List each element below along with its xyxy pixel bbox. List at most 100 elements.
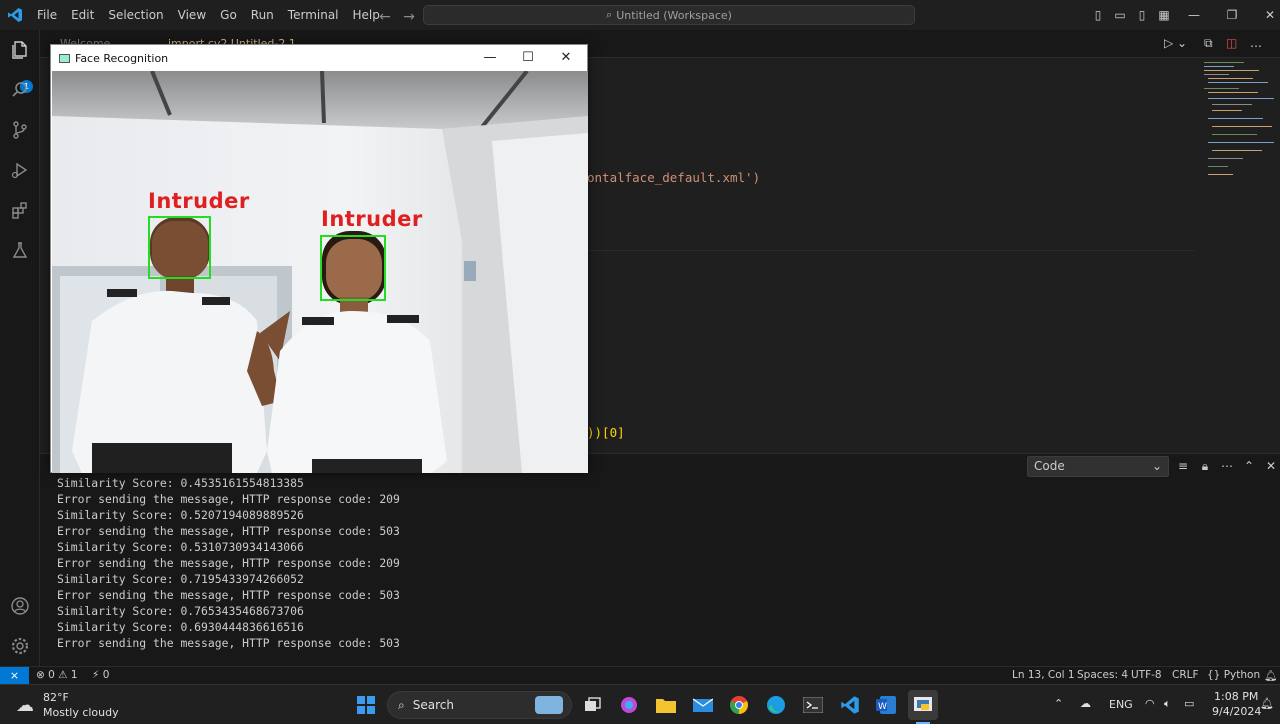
- face-window-close-icon[interactable]: ✕: [547, 45, 585, 71]
- clear-output-icon[interactable]: ≡: [1176, 459, 1190, 473]
- menu-terminal[interactable]: Terminal: [281, 0, 346, 30]
- terminal-icon[interactable]: [798, 690, 828, 720]
- toggle-primary-sidebar-icon[interactable]: ▯: [1090, 7, 1106, 23]
- volume-icon[interactable]: 🔈︎: [1164, 697, 1171, 711]
- maximize-panel-icon[interactable]: ⌃: [1242, 459, 1256, 473]
- cursor-position[interactable]: Ln 13, Col 1: [1012, 669, 1075, 681]
- python-window-icon[interactable]: [908, 690, 938, 720]
- testing-flask-icon[interactable]: [8, 238, 32, 262]
- run-python-icon[interactable]: ▷ ⌄: [1164, 36, 1187, 50]
- input-language[interactable]: ENG: [1109, 698, 1133, 711]
- restore-icon[interactable]: ❐: [1224, 7, 1240, 23]
- word-icon[interactable]: W: [871, 690, 901, 720]
- ports-status[interactable]: ⚡ 0: [92, 669, 109, 681]
- face-window-minimize-icon[interactable]: —: [471, 45, 509, 71]
- output-line: Similarity Score: 0.7653435468673706: [57, 604, 304, 618]
- menu-run[interactable]: Run: [244, 0, 281, 30]
- mail-icon[interactable]: [688, 690, 718, 720]
- source-control-icon[interactable]: [8, 118, 32, 142]
- copilot-icon[interactable]: [614, 690, 644, 720]
- output-line: Error sending the message, HTTP response…: [57, 556, 400, 570]
- problems-status[interactable]: ⊗ 0 ⚠ 1: [36, 669, 78, 681]
- remote-indicator-icon[interactable]: ⨯: [0, 667, 29, 685]
- output-channel-select[interactable]: Code ⌄: [1027, 456, 1169, 477]
- chrome-icon[interactable]: [724, 690, 754, 720]
- vscode-taskbar-icon[interactable]: [835, 690, 865, 720]
- notifications-bell-icon[interactable]: 🔔︎: [1264, 669, 1277, 682]
- settings-gear-icon[interactable]: [8, 634, 32, 658]
- output-line: Similarity Score: 0.5310730934143066: [57, 540, 304, 554]
- cloud-sync-icon[interactable]: ☁: [1080, 697, 1091, 710]
- search-icon: ⌕: [606, 8, 613, 21]
- taskbar-search-label: Search: [412, 698, 454, 712]
- task-view-icon[interactable]: [578, 690, 608, 720]
- menu-go[interactable]: Go: [213, 0, 244, 30]
- editor-divider: [584, 250, 1194, 251]
- edge-icon[interactable]: [761, 690, 791, 720]
- search-highlight-icon: [535, 696, 563, 714]
- vscode-logo-icon: [0, 0, 30, 30]
- output-line: Similarity Score: 0.4535161554813385: [57, 476, 304, 490]
- run-debug-icon[interactable]: [8, 158, 32, 182]
- face-recognition-window: Face Recognition — ☐ ✕ Intruder Intruder: [50, 44, 588, 473]
- clock-date[interactable]: 9/4/2024: [1212, 705, 1261, 718]
- close-panel-icon[interactable]: ✕: [1264, 459, 1278, 473]
- weather-cloud-icon[interactable]: ☁: [16, 695, 34, 716]
- menu-selection[interactable]: Selection: [101, 0, 170, 30]
- camera-feed: Intruder Intruder: [52, 71, 588, 473]
- code-line-cascade: ontalface_default.xml'): [587, 170, 761, 185]
- toggle-secondary-sidebar-icon[interactable]: ▯: [1134, 7, 1150, 23]
- lock-scroll-icon[interactable]: 🔒︎: [1198, 459, 1212, 473]
- search-icon[interactable]: [8, 78, 32, 102]
- clock-time[interactable]: 1:08 PM: [1214, 690, 1258, 703]
- search-icon: ⌕: [398, 697, 405, 712]
- output-line: Error sending the message, HTTP response…: [57, 636, 400, 650]
- split-editor-icon[interactable]: ◫: [1226, 36, 1237, 50]
- extensions-icon[interactable]: [8, 198, 32, 222]
- language-mode[interactable]: {} Python: [1207, 669, 1260, 681]
- face-detection-box-1: [148, 216, 211, 279]
- notification-bell-icon[interactable]: 🔔︎: [1260, 697, 1274, 710]
- customize-layout-icon[interactable]: ▦: [1156, 7, 1172, 23]
- battery-icon[interactable]: ▭: [1184, 697, 1194, 710]
- command-center[interactable]: ⌕ Untitled (Workspace): [423, 5, 915, 25]
- start-windows-icon[interactable]: [351, 690, 381, 720]
- output-channel-value: Code: [1034, 459, 1065, 473]
- activity-bar: 1: [0, 30, 40, 668]
- output-line: Error sending the message, HTTP response…: [57, 588, 400, 602]
- menu-edit[interactable]: Edit: [64, 0, 101, 30]
- command-center-label: Untitled (Workspace): [616, 8, 732, 22]
- explorer-icon[interactable]: [8, 38, 32, 62]
- weather-desc[interactable]: Mostly cloudy: [43, 706, 119, 719]
- face-window-titlebar[interactable]: Face Recognition — ☐ ✕: [51, 45, 587, 71]
- back-arrow-icon[interactable]: ←: [372, 6, 398, 25]
- open-preview-icon[interactable]: ⧉: [1204, 36, 1213, 51]
- face-detection-box-2: [320, 235, 386, 301]
- minimize-icon[interactable]: —: [1186, 7, 1202, 23]
- wifi-icon[interactable]: ◠: [1145, 697, 1155, 710]
- face-window-maximize-icon[interactable]: ☐: [509, 45, 547, 71]
- accounts-icon[interactable]: [8, 594, 32, 618]
- indentation-status[interactable]: Spaces: 4: [1077, 669, 1128, 681]
- menu-view[interactable]: View: [171, 0, 213, 30]
- svg-text:W: W: [878, 702, 887, 712]
- more-actions-icon[interactable]: …: [1250, 36, 1262, 50]
- output-line: Similarity Score: 0.5207194089889526: [57, 508, 304, 522]
- output-line: Error sending the message, HTTP response…: [57, 492, 400, 506]
- minimap[interactable]: [1200, 60, 1276, 180]
- face-window-title: Face Recognition: [75, 51, 169, 65]
- toggle-panel-icon[interactable]: ▭: [1112, 7, 1128, 23]
- intruder-label-2: Intruder: [321, 207, 423, 231]
- encoding-status[interactable]: UTF-8: [1131, 669, 1162, 681]
- output-line: Similarity Score: 0.7195433974266052: [57, 572, 304, 586]
- menu-file[interactable]: File: [30, 0, 64, 30]
- forward-arrow-icon[interactable]: →: [396, 6, 422, 25]
- more-icon[interactable]: ⋯: [1220, 459, 1234, 473]
- output-line: Similarity Score: 0.6930444836616516: [57, 620, 304, 634]
- eol-status[interactable]: CRLF: [1172, 669, 1199, 681]
- tray-overflow-icon[interactable]: ⌃: [1054, 697, 1063, 710]
- weather-temp[interactable]: 82°F: [43, 691, 69, 704]
- close-icon[interactable]: ✕: [1262, 7, 1278, 23]
- taskbar-search[interactable]: ⌕ Search: [387, 691, 572, 719]
- file-explorer-icon[interactable]: [651, 690, 681, 720]
